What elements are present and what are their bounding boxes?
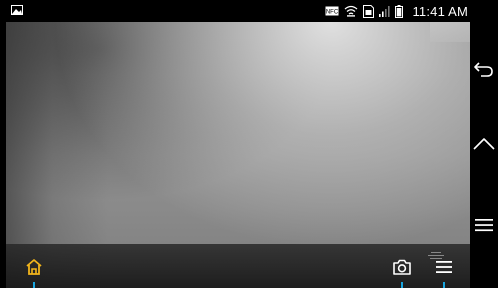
menu-icon — [435, 259, 453, 280]
sim-icon — [363, 4, 375, 18]
status-icons: NFC 11:41 AM — [325, 0, 468, 22]
nav-menu-button[interactable] — [470, 210, 498, 244]
camera-control-bar — [6, 244, 470, 288]
camera-capture-button[interactable] — [388, 255, 416, 283]
screen: NFC 11:41 AM — [0, 0, 498, 288]
back-icon — [473, 60, 495, 83]
gallery-icon — [10, 4, 24, 16]
status-time: 11:41 AM — [412, 3, 468, 19]
nav-back-button[interactable] — [470, 54, 498, 88]
menu-icon — [473, 216, 495, 239]
camera-home-button[interactable] — [20, 255, 48, 283]
navigation-bar — [470, 22, 498, 288]
wifi-icon — [344, 5, 358, 17]
home-icon — [25, 258, 43, 281]
nfc-icon: NFC — [325, 6, 339, 16]
camera-indicator — [401, 282, 403, 288]
home-icon — [472, 137, 496, 162]
signal-icon — [379, 5, 391, 17]
nav-home-button[interactable] — [470, 132, 498, 166]
status-bar: NFC 11:41 AM — [0, 0, 470, 22]
nfc-label: NFC — [326, 10, 339, 16]
home-indicator — [33, 282, 35, 288]
camera-icon — [392, 258, 412, 281]
camera-menu-button[interactable] — [430, 255, 458, 283]
viewfinder-highlight — [430, 22, 470, 42]
battery-icon — [395, 4, 404, 18]
menu-indicator — [443, 282, 445, 288]
